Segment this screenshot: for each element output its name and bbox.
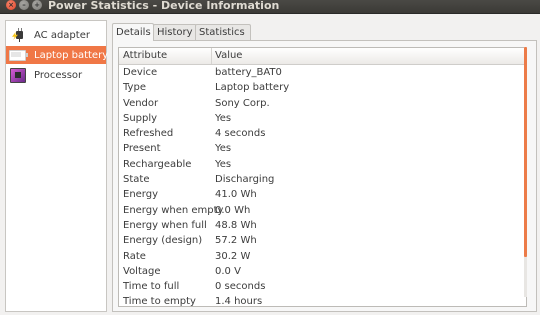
table-row[interactable]: Voltage 0.0 V <box>119 264 526 279</box>
table-row[interactable]: Present Yes <box>119 141 526 156</box>
attribute-cell: Present <box>123 143 161 155</box>
device-label: Processor <box>34 69 83 81</box>
attribute-cell: Type <box>123 82 146 94</box>
attribute-cell: Voltage <box>123 265 161 277</box>
table-row[interactable]: Time to empty 1.4 hours <box>119 294 526 307</box>
window-titlebar: × – + Power Statistics - Device Informat… <box>0 0 540 14</box>
table-header: Attribute Value <box>119 48 526 65</box>
value-cell: 0.0 Wh <box>215 204 251 216</box>
attribute-cell: Supply <box>123 112 158 124</box>
attribute-cell: Rechargeable <box>123 158 192 170</box>
close-button[interactable]: × <box>6 0 16 10</box>
value-cell: 0.0 V <box>215 265 241 277</box>
ac-adapter-icon <box>6 27 30 43</box>
battery-icon <box>6 47 30 63</box>
table-row[interactable]: Rechargeable Yes <box>119 157 526 172</box>
device-label: AC adapter <box>34 29 90 41</box>
attribute-cell: Rate <box>123 250 146 262</box>
value-cell: Yes <box>215 143 232 155</box>
table-row[interactable]: Time to full 0 seconds <box>119 279 526 294</box>
table-row[interactable]: Refreshed 4 seconds <box>119 126 526 141</box>
table-row[interactable]: State Discharging <box>119 172 526 187</box>
table-row[interactable]: Type Laptop battery <box>119 80 526 95</box>
vertical-scrollbar[interactable] <box>524 47 527 297</box>
device-list: AC adapter Laptop battery Processor <box>5 20 109 312</box>
attribute-cell: Energy when empty <box>123 204 224 216</box>
attribute-cell: Time to empty <box>123 296 196 307</box>
value-cell: 41.0 Wh <box>215 189 257 201</box>
value-cell: Yes <box>215 112 232 124</box>
column-header-attribute[interactable]: Attribute <box>119 48 212 64</box>
tab-statistics[interactable]: Statistics <box>195 24 251 40</box>
table-body: Device battery_BAT0 Type Laptop battery Vend… <box>119 65 526 307</box>
column-header-value[interactable]: Value <box>211 48 515 64</box>
value-cell: 57.2 Wh <box>215 235 257 247</box>
details-panel: Attribute Value Device battery_BAT0 Type La… <box>112 40 537 312</box>
value-cell: Laptop battery <box>215 82 290 94</box>
value-cell: 0 seconds <box>215 281 266 293</box>
window-title: Power Statistics - Device Information <box>48 0 280 12</box>
device-item-laptop-battery[interactable]: Laptop battery <box>6 46 109 64</box>
scrollbar-thumb[interactable] <box>524 47 527 257</box>
details-table[interactable]: Attribute Value Device battery_BAT0 Type La… <box>118 47 527 307</box>
attribute-cell: Device <box>123 67 158 78</box>
table-row[interactable]: Rate 30.2 W <box>119 249 526 264</box>
attribute-cell: Refreshed <box>123 128 174 140</box>
table-row[interactable]: Energy (design) 57.2 Wh <box>119 233 526 248</box>
table-row[interactable]: Energy 41.0 Wh <box>119 187 526 202</box>
table-row[interactable]: Vendor Sony Corp. <box>119 96 526 111</box>
maximize-button[interactable]: + <box>32 0 42 10</box>
attribute-cell: Energy when full <box>123 219 207 231</box>
tab-details[interactable]: Details <box>112 23 154 41</box>
value-cell: 1.4 hours <box>215 296 263 307</box>
minimize-button[interactable]: – <box>19 0 29 10</box>
value-cell: Sony Corp. <box>215 97 270 109</box>
processor-icon <box>6 67 30 83</box>
attribute-cell: Energy (design) <box>123 235 203 247</box>
attribute-cell: State <box>123 174 150 186</box>
table-row[interactable]: Energy when empty 0.0 Wh <box>119 203 526 218</box>
device-item-processor[interactable]: Processor <box>6 66 106 84</box>
value-cell: 48.8 Wh <box>215 219 257 231</box>
value-cell: 30.2 W <box>215 250 251 262</box>
value-cell: battery_BAT0 <box>215 67 282 78</box>
device-label: Laptop battery <box>34 49 109 61</box>
table-row[interactable]: Energy when full 48.8 Wh <box>119 218 526 233</box>
value-cell: Discharging <box>215 174 275 186</box>
tab-history[interactable]: History <box>153 24 197 40</box>
attribute-cell: Vendor <box>123 97 159 109</box>
attribute-cell: Time to full <box>123 281 180 293</box>
attribute-cell: Energy <box>123 189 159 201</box>
table-row[interactable]: Device battery_BAT0 <box>119 65 526 80</box>
value-cell: Yes <box>215 158 232 170</box>
value-cell: 4 seconds <box>215 128 266 140</box>
device-item-ac-adapter[interactable]: AC adapter <box>6 26 106 44</box>
table-row[interactable]: Supply Yes <box>119 111 526 126</box>
